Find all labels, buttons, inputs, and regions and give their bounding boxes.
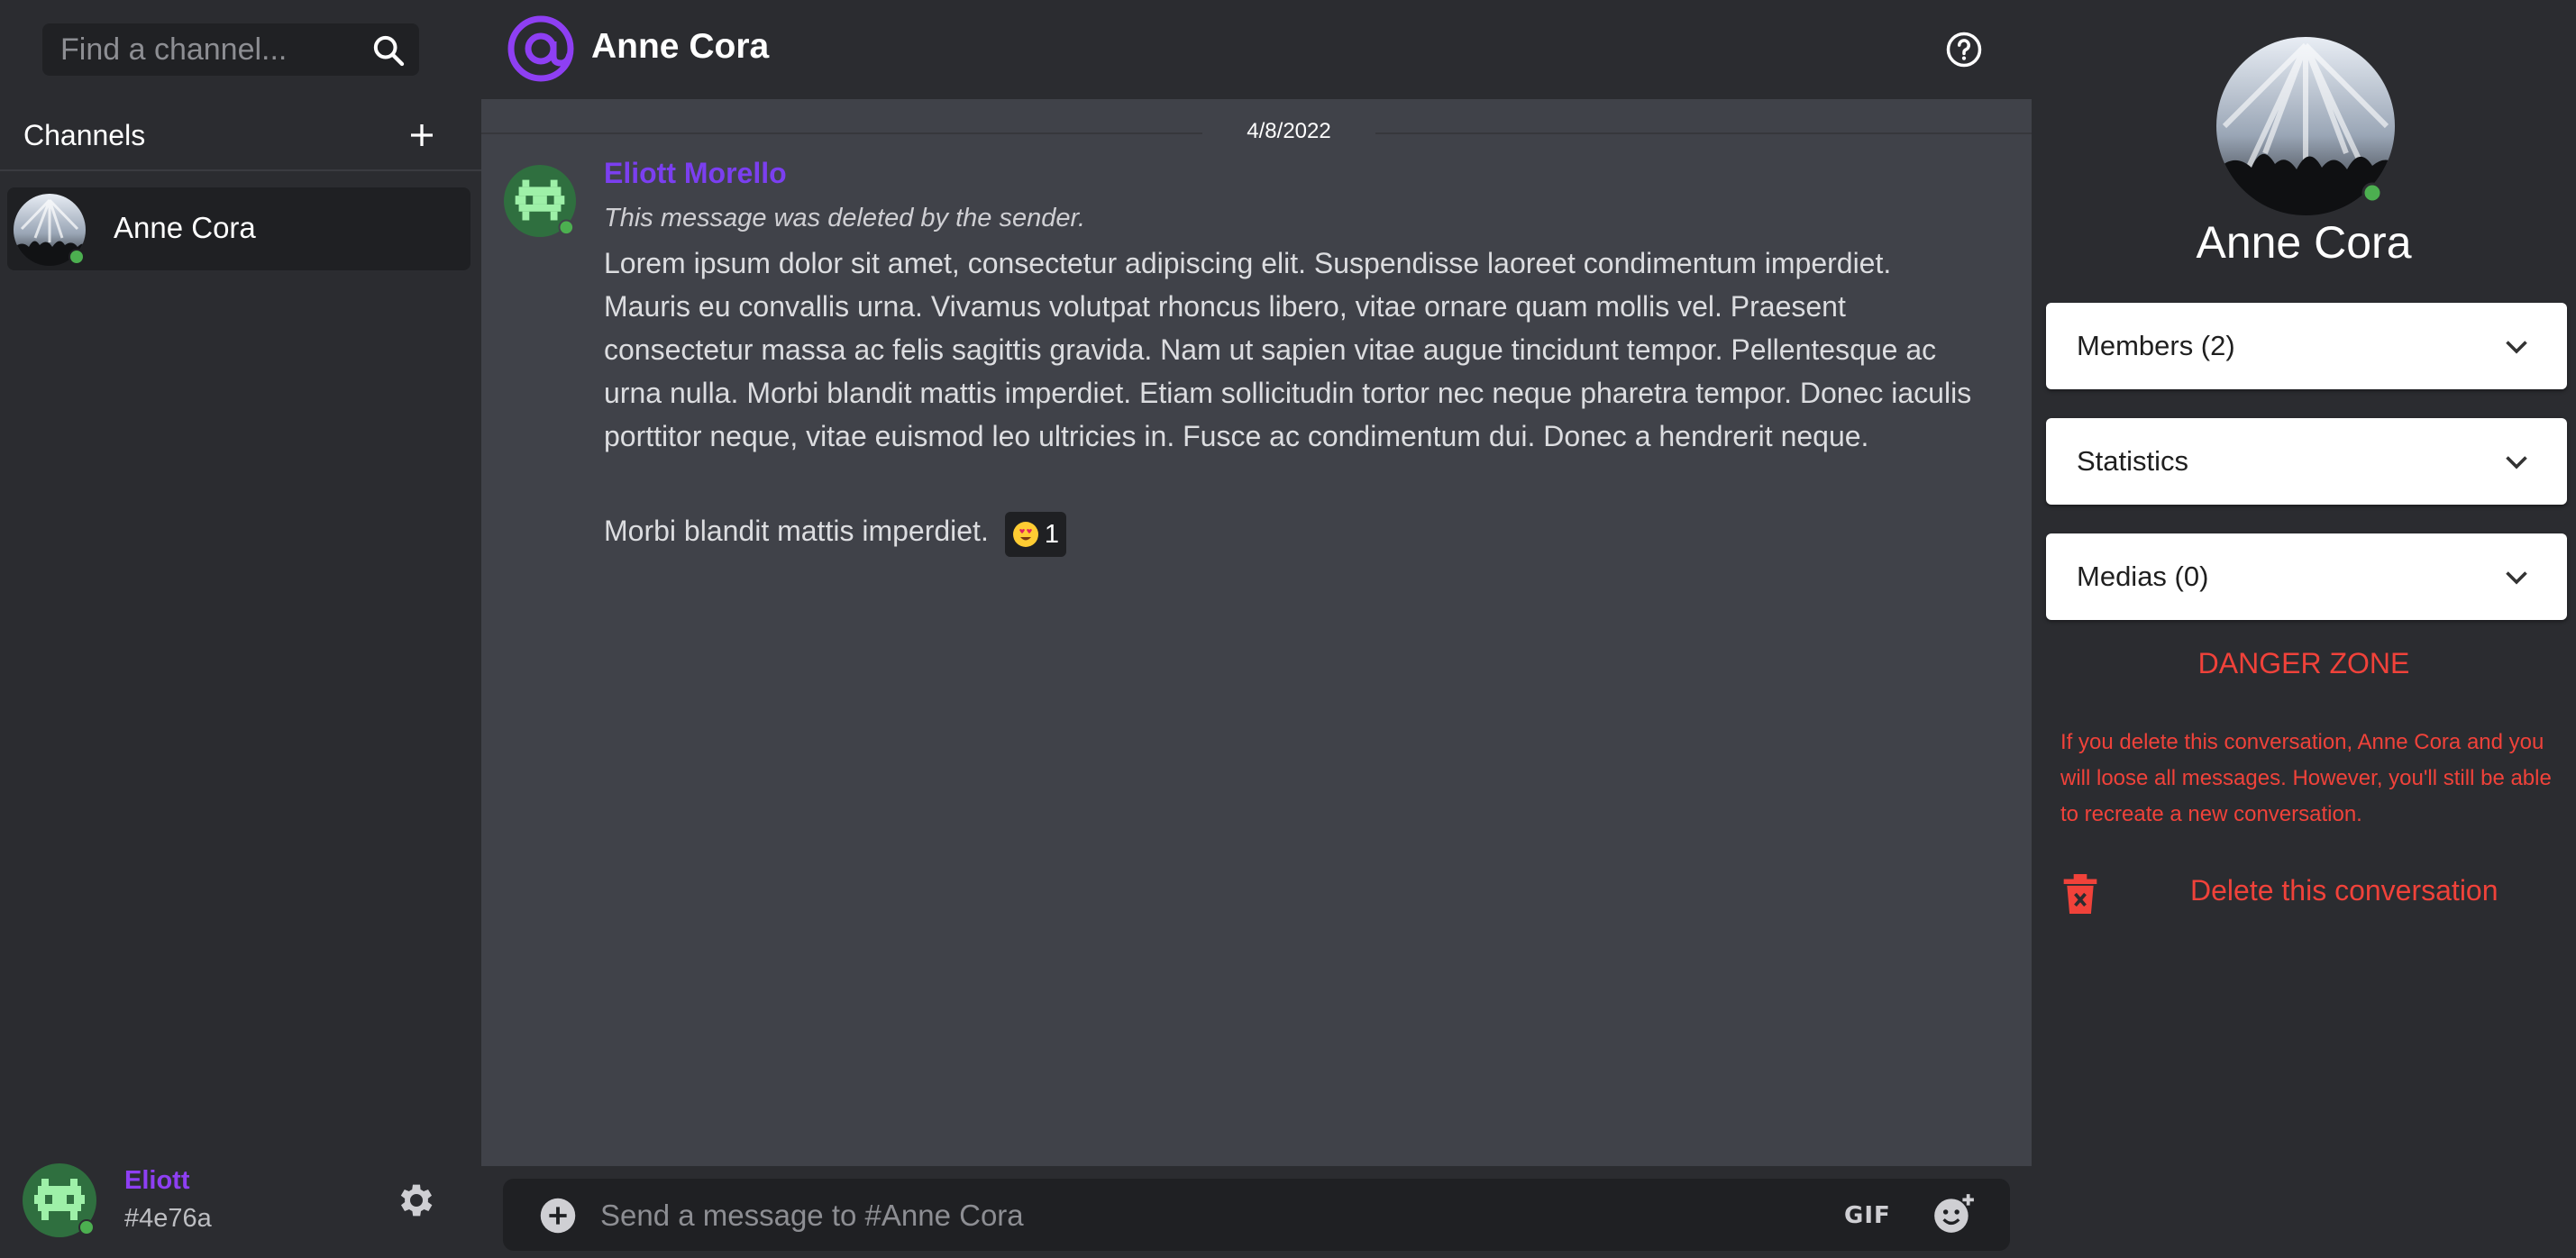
date-label: 4/8/2022: [1202, 119, 1375, 144]
plus-icon[interactable]: [406, 119, 438, 151]
message-list: 4/8/2022 Eliott Morello This message was…: [481, 99, 2032, 1166]
message-composer: GIF: [503, 1179, 2010, 1251]
message-input[interactable]: [598, 1191, 1774, 1240]
heart-eyes-emoji-icon: [1012, 522, 1038, 547]
user-panel: Eliott #4e76a: [0, 1152, 481, 1258]
delete-conversation-label: Delete this conversation: [2190, 874, 2498, 907]
help-icon[interactable]: [1945, 31, 1983, 68]
gear-icon[interactable]: [395, 1179, 438, 1222]
channel-item-anne-cora[interactable]: Anne Cora: [7, 187, 470, 270]
members-accordion[interactable]: Members (2): [2046, 303, 2567, 389]
conversation-details-panel: Anne Cora Members (2) Statistics Medias …: [2032, 0, 2576, 1258]
add-emoji-icon[interactable]: [1931, 1191, 1976, 1236]
message-author[interactable]: Eliott Morello: [604, 157, 787, 190]
channel-name: Anne Cora: [114, 211, 256, 244]
chevron-down-icon: [2506, 571, 2527, 585]
gif-button[interactable]: GIF: [1844, 1202, 1891, 1229]
avatar: [2216, 37, 2395, 215]
danger-zone-title: DANGER ZONE: [2197, 647, 2410, 679]
chevron-down-icon: [2506, 456, 2527, 469]
chevron-down-icon: [2506, 341, 2527, 354]
details-name: Anne Cora: [2196, 217, 2412, 268]
reaction-count: 1: [1044, 519, 1059, 549]
channels-title: Channels: [23, 118, 146, 151]
message-row: Morbi blandit mattis imperdiet. 1: [604, 505, 1066, 557]
avatar[interactable]: [503, 164, 577, 238]
accordion-label: Members (2): [2077, 330, 2235, 361]
current-user-name: Eliott: [124, 1166, 190, 1195]
accordion-label: Medias (0): [2077, 561, 2209, 592]
search-icon[interactable]: [370, 32, 406, 68]
accordion-label: Statistics: [2077, 445, 2189, 477]
avatar[interactable]: [22, 1162, 97, 1238]
search-input[interactable]: [42, 31, 369, 68]
delete-conversation-button[interactable]: Delete this conversation: [2060, 867, 2562, 917]
reaction-badge[interactable]: 1: [1004, 512, 1066, 557]
channel-search: [42, 23, 419, 76]
trash-icon: [2063, 874, 2097, 914]
current-user-tag: #4e76a: [124, 1204, 212, 1233]
message-text: Morbi blandit mattis imperdiet.: [604, 514, 989, 547]
app-logo-icon: [507, 15, 574, 82]
add-attachment-icon[interactable]: [539, 1197, 577, 1235]
deleted-message-notice: This message was deleted by the sender.: [604, 204, 1086, 232]
statistics-accordion[interactable]: Statistics: [2046, 418, 2567, 505]
channels-header: Channels: [23, 114, 438, 157]
sidebar-divider: [0, 169, 481, 171]
message-text: Lorem ipsum dolor sit amet, consectetur …: [604, 247, 1972, 452]
conversation-title: Anne Cora: [591, 27, 770, 66]
avatar: [14, 194, 86, 266]
danger-zone-text: If you delete this conversation, Anne Co…: [2060, 730, 2552, 826]
sidebar: Channels Anne Cora: [0, 0, 481, 1258]
medias-accordion[interactable]: Medias (0): [2046, 533, 2567, 620]
conversation-header: Anne Cora: [481, 0, 2032, 99]
